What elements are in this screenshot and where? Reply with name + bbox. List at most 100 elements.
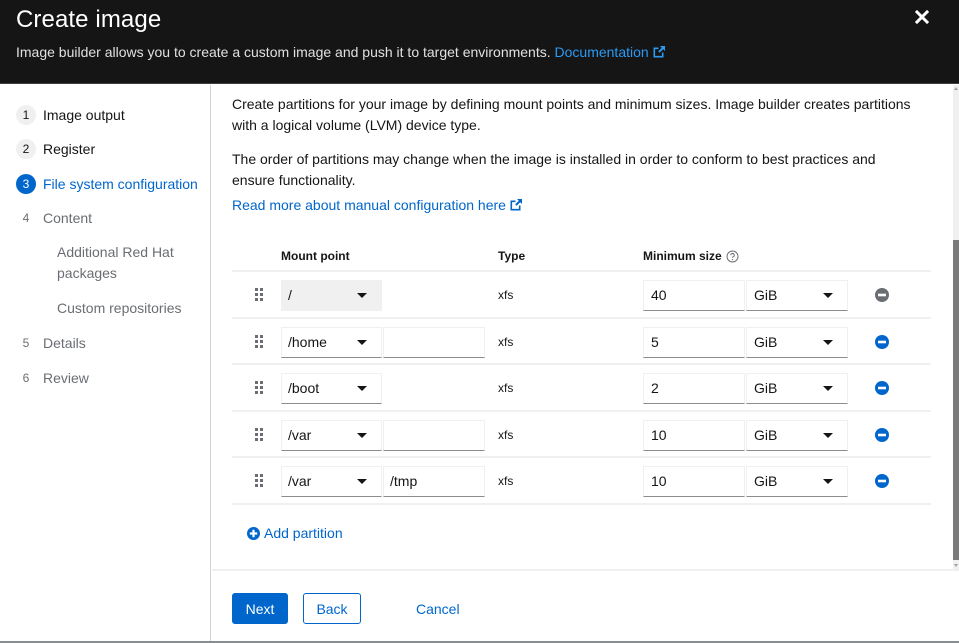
minimum-size-input[interactable]: 2 bbox=[643, 373, 745, 404]
step-label: Content bbox=[43, 210, 93, 226]
nav-substep-additional-packages[interactable]: Additional Red Hat packages bbox=[57, 242, 197, 284]
table-row: /home xfs 5 GiB bbox=[232, 319, 931, 365]
caret-down-icon bbox=[823, 386, 833, 391]
table-row: / xfs 40 GiB bbox=[232, 272, 931, 319]
size-unit-value: GiB bbox=[754, 333, 778, 350]
drag-handle-icon[interactable] bbox=[255, 474, 264, 487]
caret-down-icon bbox=[823, 293, 833, 298]
plus-circle-icon bbox=[247, 526, 260, 540]
remove-partition-icon bbox=[875, 288, 889, 302]
step-number: 5 bbox=[22, 336, 30, 350]
caret-down-icon bbox=[357, 432, 367, 438]
partitions-table: Mount point Type Minimum size / xfs 40 G… bbox=[232, 237, 931, 505]
size-unit-select[interactable]: GiB bbox=[746, 373, 848, 404]
step-label: Review bbox=[43, 370, 89, 386]
caret-down-icon bbox=[357, 339, 367, 345]
filesystem-type: xfs bbox=[498, 427, 514, 442]
mount-point-select[interactable]: /var bbox=[281, 419, 382, 451]
step-label: File system configuration bbox=[43, 176, 198, 192]
column-header-minimum-size: Minimum size bbox=[643, 249, 739, 263]
step-number: 4 bbox=[22, 211, 30, 225]
caret-down-icon bbox=[357, 479, 367, 484]
drag-handle-icon[interactable] bbox=[255, 334, 264, 348]
nav-substep-custom-repositories[interactable]: Custom repositories bbox=[57, 298, 197, 319]
size-unit-select[interactable]: GiB bbox=[746, 280, 848, 311]
nav-step-register[interactable]: 2 Register bbox=[0, 139, 95, 159]
caret-down-icon bbox=[823, 479, 833, 484]
minimum-size-input[interactable]: 5 bbox=[643, 326, 745, 358]
size-unit-value: GiB bbox=[754, 287, 778, 303]
mount-point-value: /var bbox=[288, 426, 312, 443]
remove-partition-icon[interactable] bbox=[875, 427, 889, 442]
remove-partition-icon[interactable] bbox=[875, 334, 889, 349]
header-description-text: Image builder allows you to create a cus… bbox=[16, 44, 551, 60]
minimum-size-label: Minimum size bbox=[643, 249, 722, 263]
column-header-type: Type bbox=[498, 249, 526, 263]
read-more-label: Read more about manual configuration her… bbox=[232, 197, 506, 213]
documentation-link[interactable]: Documentation bbox=[555, 44, 666, 60]
mount-point-select[interactable]: /boot bbox=[281, 373, 382, 404]
caret-down-icon bbox=[823, 339, 833, 345]
scroll-down-arrow-icon[interactable] bbox=[954, 564, 958, 567]
caret-down-icon bbox=[357, 386, 367, 391]
nav-step-details[interactable]: 5 Details bbox=[0, 333, 86, 353]
minimum-size-input[interactable]: 40 bbox=[643, 280, 745, 311]
mount-point-suffix-input[interactable] bbox=[383, 326, 485, 358]
mount-point-value: /boot bbox=[288, 380, 320, 396]
caret-down-icon bbox=[357, 293, 367, 298]
header-description: Image builder allows you to create a cus… bbox=[16, 44, 666, 60]
filesystem-type: xfs bbox=[498, 381, 514, 395]
mount-point-select: / bbox=[281, 280, 382, 311]
minimum-size-input[interactable]: 10 bbox=[643, 419, 745, 451]
mount-point-select[interactable]: /var bbox=[281, 466, 382, 497]
drag-handle-icon[interactable] bbox=[255, 288, 264, 301]
size-unit-select[interactable]: GiB bbox=[746, 466, 848, 497]
table-row: /var /tmp xfs 10 GiB bbox=[232, 458, 931, 505]
mount-point-value: / bbox=[288, 287, 292, 303]
mount-point-value: /home bbox=[288, 333, 327, 350]
next-button[interactable]: Next bbox=[232, 593, 288, 624]
close-button[interactable] bbox=[911, 6, 933, 28]
nav-step-image-output[interactable]: 1 Image output bbox=[0, 105, 125, 125]
minimum-size-input[interactable]: 10 bbox=[643, 466, 745, 497]
mount-point-suffix-input[interactable]: /tmp bbox=[383, 466, 485, 497]
modal-header: Create image Image builder allows you to… bbox=[0, 0, 959, 84]
mount-point-select[interactable]: /home bbox=[281, 326, 382, 358]
page-title: Create image bbox=[16, 6, 162, 33]
intro-text: Create partitions for your image by defi… bbox=[232, 96, 911, 133]
size-unit-value: GiB bbox=[754, 473, 778, 489]
order-note-text: The order of partitions may change when … bbox=[232, 151, 876, 188]
read-more-link[interactable]: Read more about manual configuration her… bbox=[232, 197, 523, 213]
wizard-nav: 1 Image output 2 Register 3 File system … bbox=[0, 85, 211, 643]
size-unit-value: GiB bbox=[754, 380, 778, 396]
cancel-button[interactable]: Cancel bbox=[416, 593, 460, 624]
nav-step-content[interactable]: 4 Content bbox=[0, 208, 92, 228]
nav-step-file-system-configuration[interactable]: 3 File system configuration bbox=[0, 174, 198, 194]
size-unit-select[interactable]: GiB bbox=[746, 326, 848, 358]
close-icon bbox=[915, 10, 929, 24]
step-label: Register bbox=[43, 141, 96, 157]
drag-handle-icon[interactable] bbox=[255, 427, 264, 441]
scroll-up-arrow-icon[interactable] bbox=[954, 87, 958, 90]
remove-partition-icon[interactable] bbox=[875, 381, 889, 395]
table-row: /var xfs 10 GiB bbox=[232, 412, 931, 458]
external-link-icon bbox=[510, 199, 522, 211]
mount-point-suffix-input[interactable] bbox=[383, 419, 485, 451]
nav-step-review[interactable]: 6 Review bbox=[0, 368, 89, 388]
table-header: Mount point Type Minimum size bbox=[232, 237, 931, 272]
wizard-body: Create partitions for your image by defi… bbox=[212, 85, 953, 569]
drag-handle-icon[interactable] bbox=[255, 381, 264, 394]
add-partition-label: Add partition bbox=[264, 525, 343, 541]
scrollbar-thumb[interactable] bbox=[953, 240, 959, 560]
mount-point-value: /var bbox=[288, 473, 312, 489]
step-label: Details bbox=[43, 335, 86, 351]
external-link-icon bbox=[653, 46, 665, 58]
remove-partition-icon[interactable] bbox=[875, 474, 889, 488]
size-unit-select[interactable]: GiB bbox=[746, 419, 848, 451]
add-partition-button[interactable]: Add partition bbox=[247, 525, 343, 541]
filesystem-type: xfs bbox=[498, 474, 514, 488]
back-button[interactable]: Back bbox=[303, 593, 361, 624]
step-number: 2 bbox=[16, 139, 36, 159]
step-number: 6 bbox=[22, 371, 30, 385]
help-icon[interactable] bbox=[726, 250, 739, 263]
